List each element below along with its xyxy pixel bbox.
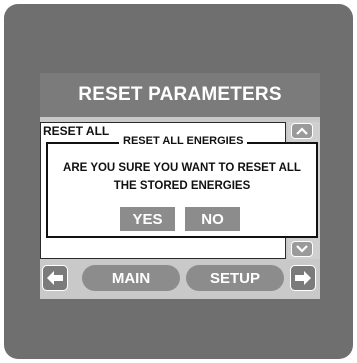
bottom-nav: MAIN SETUP — [40, 263, 320, 299]
arrow-left-icon — [47, 271, 63, 285]
dialog-message-line2: THE STORED ENERGIES — [113, 180, 251, 192]
main-button[interactable]: MAIN — [82, 265, 180, 291]
confirm-dialog: RESET ALL ENERGIES ARE YOU SURE YOU WANT… — [46, 135, 318, 238]
scroll-up-button[interactable] — [291, 123, 313, 139]
back-button[interactable] — [42, 265, 68, 291]
page-title: RESET PARAMETERS — [40, 73, 320, 117]
setup-button[interactable]: SETUP — [186, 265, 284, 291]
dialog-message: ARE YOU SURE YOU WANT TO RESET ALL THE S… — [48, 159, 316, 195]
dialog-title: RESET ALL ENERGIES — [119, 135, 248, 147]
list-item-reset-all[interactable]: RESET ALL — [43, 124, 109, 138]
lcd-screen: RESET PARAMETERS RESET ALL RESET ALL ENE… — [40, 73, 320, 299]
arrow-right-icon — [295, 271, 311, 285]
forward-button[interactable] — [290, 265, 316, 291]
dialog-message-line1: ARE YOU SURE YOU WANT TO RESET ALL — [63, 162, 301, 174]
scroll-down-button[interactable] — [291, 241, 313, 257]
chevron-up-icon — [296, 127, 308, 135]
chevron-down-icon — [296, 245, 308, 253]
yes-button[interactable]: YES — [120, 207, 175, 231]
no-button[interactable]: NO — [185, 207, 240, 231]
